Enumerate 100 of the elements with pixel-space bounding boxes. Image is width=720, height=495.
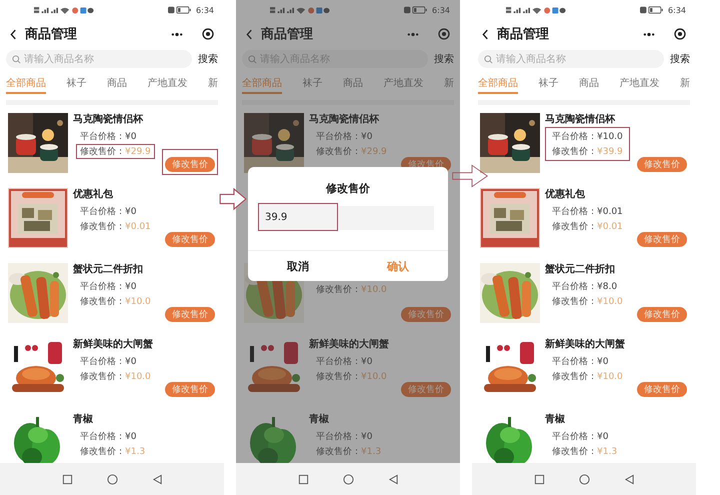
target-icon[interactable]	[674, 28, 686, 40]
confirm-button[interactable]: 确认	[348, 251, 448, 281]
back-icon[interactable]	[624, 474, 634, 484]
product-name: 新鲜美味的大闸蟹	[73, 338, 154, 352]
price-label: 平台价格：	[80, 281, 125, 293]
back-icon[interactable]	[246, 28, 253, 40]
platform-price: ¥0	[125, 431, 136, 443]
category-tab[interactable]: 产地直发	[384, 76, 424, 94]
modified-price: ¥10.0	[125, 371, 151, 383]
platform-price: ¥0	[597, 356, 608, 368]
category-tab[interactable]: 新	[680, 76, 690, 94]
page-title: 商品管理	[497, 26, 549, 43]
platform-price: ¥0	[361, 356, 372, 368]
price-label: 平台价格：	[80, 206, 125, 218]
more-icon[interactable]	[170, 32, 184, 36]
more-icon[interactable]	[642, 32, 656, 36]
product-name: 马克陶瓷情侣杯	[545, 113, 616, 127]
battery-icon	[640, 6, 664, 14]
status-time: 6:34	[668, 6, 686, 14]
battery-icon	[168, 6, 192, 14]
battery-icon	[404, 6, 428, 14]
target-icon[interactable]	[202, 28, 214, 40]
modified-price: ¥10.0	[597, 371, 623, 383]
price-label: 修改售价：	[80, 296, 125, 308]
cancel-button[interactable]: 取消	[248, 251, 348, 281]
product-name: 蟹状元二件折扣	[545, 263, 616, 277]
category-tab[interactable]: 商品	[579, 76, 599, 94]
more-icon[interactable]	[406, 32, 420, 36]
search-field[interactable]: 请输入商品名称	[6, 50, 192, 68]
recent-apps-icon[interactable]	[62, 474, 72, 484]
back-icon[interactable]	[388, 474, 398, 484]
arrow-icon	[452, 162, 488, 190]
price-label: 修改售价：	[80, 371, 125, 383]
modified-price: ¥10.0	[125, 296, 151, 308]
price-label: 修改售价：	[316, 371, 361, 383]
category-tab[interactable]: 商品	[343, 76, 363, 94]
product-name: 马克陶瓷情侣杯	[73, 113, 144, 127]
edit-price-button[interactable]: 修改售价	[165, 232, 215, 247]
back-icon[interactable]	[152, 474, 162, 484]
price-label: 平台价格：	[552, 281, 597, 293]
edit-price-button[interactable]: 修改售价	[165, 157, 215, 172]
product-name: 青椒	[73, 413, 94, 427]
edit-price-button[interactable]: 修改售价	[637, 382, 687, 397]
category-tab[interactable]: 商品	[107, 76, 127, 94]
search-button[interactable]: 搜索	[670, 52, 690, 66]
search-button[interactable]: 搜索	[434, 52, 454, 66]
home-icon[interactable]	[342, 474, 354, 484]
home-icon[interactable]	[106, 474, 118, 484]
recent-apps-icon[interactable]	[298, 474, 308, 484]
price-label: 平台价格：	[552, 206, 597, 218]
platform-price: ¥0.01	[597, 206, 623, 218]
category-tab[interactable]: 全部商品	[478, 76, 518, 94]
platform-price: ¥0	[125, 356, 136, 368]
dialog-title: 修改售价	[326, 181, 370, 196]
category-tab[interactable]: 全部商品	[242, 76, 282, 94]
recent-apps-icon[interactable]	[534, 474, 544, 484]
price-label: 平台价格：	[552, 131, 597, 143]
platform-price: ¥8.0	[597, 281, 618, 293]
platform-price: ¥0	[125, 131, 136, 143]
status-icons-drawing	[506, 6, 566, 14]
edit-price-button[interactable]: 修改售价	[637, 307, 687, 322]
modified-price: ¥10.0	[361, 284, 387, 296]
home-icon[interactable]	[578, 474, 590, 484]
edit-price-button[interactable]: 修改售价	[401, 307, 451, 322]
category-tab[interactable]: 产地直发	[620, 76, 660, 94]
category-tab[interactable]: 全部商品	[6, 76, 46, 94]
price-label: 修改售价：	[80, 221, 125, 233]
category-tab[interactable]: 新	[208, 76, 218, 94]
price-label: 修改售价：	[552, 221, 597, 233]
category-tab[interactable]: 新	[444, 76, 454, 94]
back-icon[interactable]	[482, 28, 489, 40]
product-name: 蟹状元二件折扣	[73, 263, 144, 277]
platform-price: ¥0	[125, 206, 136, 218]
product-name: 马克陶瓷情侣杯	[309, 113, 380, 127]
modified-price: ¥0.01	[597, 221, 623, 233]
price-label: 修改售价：	[552, 446, 597, 458]
platform-price: ¥0	[597, 431, 608, 443]
price-input[interactable]: 39.9	[258, 203, 338, 231]
search-icon	[12, 55, 21, 64]
edit-price-button[interactable]: 修改售价	[165, 307, 215, 322]
category-tab[interactable]: 袜子	[538, 76, 558, 94]
price-label: 平台价格：	[316, 431, 361, 443]
price-label: 平台价格：	[552, 356, 597, 368]
search-button[interactable]: 搜索	[198, 52, 218, 66]
edit-price-button[interactable]: 修改售价	[637, 157, 687, 172]
edit-price-button[interactable]: 修改售价	[165, 382, 215, 397]
category-tab[interactable]: 袜子	[302, 76, 322, 94]
page-title: 商品管理	[25, 26, 77, 43]
edit-price-button[interactable]: 修改售价	[637, 232, 687, 247]
modified-price: ¥0.01	[125, 221, 151, 233]
edit-price-button[interactable]: 修改售价	[401, 382, 451, 397]
modified-price: ¥10.0	[361, 371, 387, 383]
price-label: 平台价格：	[316, 356, 361, 368]
category-tab[interactable]: 袜子	[66, 76, 86, 94]
search-field[interactable]: 请输入商品名称	[478, 50, 664, 68]
status-time: 6:34	[432, 6, 450, 14]
target-icon[interactable]	[438, 28, 450, 40]
price-label: 修改售价：	[316, 146, 361, 158]
category-tab[interactable]: 产地直发	[148, 76, 188, 94]
back-icon[interactable]	[10, 28, 17, 40]
